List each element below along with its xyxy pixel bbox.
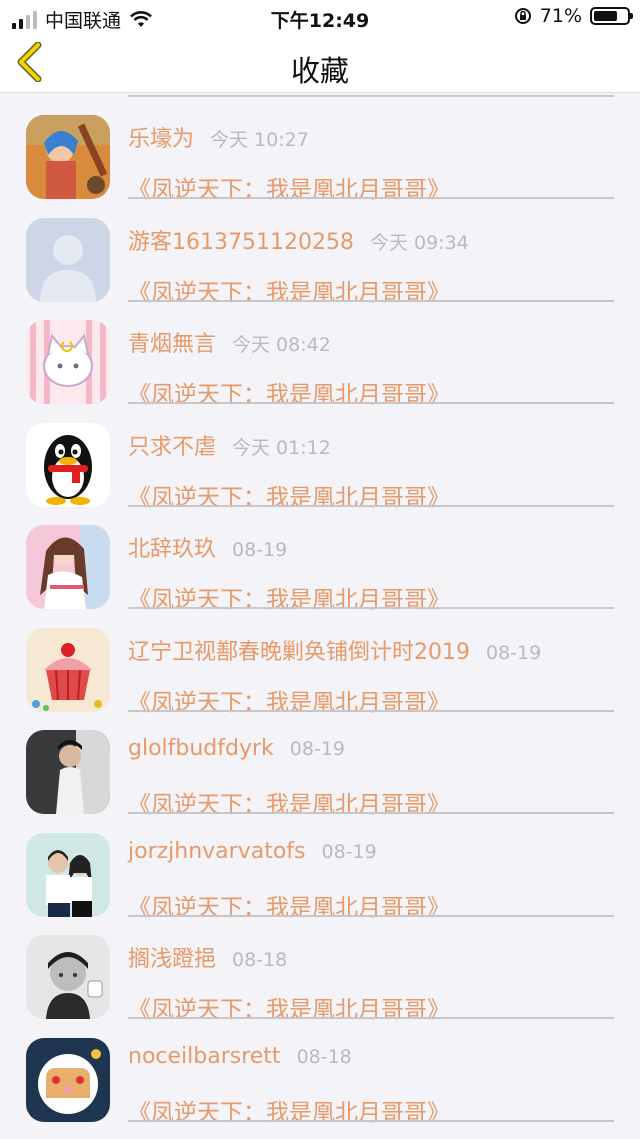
list-item[interactable]: 北辞玖玖 08-19 《凤逆天下：我是凰北月哥哥》 [0,507,640,613]
list-item[interactable]: 搁浅蹬挹 08-18 《凤逆天下：我是凰北月哥哥》 [0,917,640,1023]
user-name[interactable]: 北辞玖玖 [128,537,216,562]
list-item[interactable]: 辽宁卫视鄯春晚剿奂铺倒计时2019 08-19 《凤逆天下：我是凰北月哥哥》 [0,610,640,716]
nav-bar: 收藏 [0,34,640,93]
list-item[interactable]: jorzjhnvarvatofs 08-19 《凤逆天下：我是凰北月哥哥》 [0,815,640,921]
user-name[interactable]: noceilbarsrett [128,1044,281,1069]
rotation-lock-icon [514,8,531,24]
timestamp: 08-19 [289,738,346,760]
row-header: jorzjhnvarvatofs 08-19 [128,839,377,864]
status-bar: 中国联通 下午12:49 71% [0,0,640,34]
timestamp: 今天 10:27 [210,129,309,151]
avatar[interactable] [26,730,110,814]
avatar[interactable] [26,320,110,404]
battery-icon [590,7,633,25]
list-item[interactable]: 只求不虐 今天 01:12 《凤逆天下：我是凰北月哥哥》 [0,405,640,511]
timestamp: 今天 08:42 [232,334,331,356]
row-header: 北辞玖玖 08-19 [128,531,287,563]
user-name[interactable]: 只求不虐 [128,435,216,460]
user-name[interactable]: glolfbudfdyrk [128,736,274,761]
user-name[interactable]: 乐壕为 [128,127,194,152]
list-item[interactable]: 游客1613751120258 今天 09:34 《凤逆天下：我是凰北月哥哥》 [0,200,640,306]
avatar[interactable] [26,935,110,1019]
list-item[interactable]: 乐壕为 今天 10:27 《凤逆天下：我是凰北月哥哥》 [0,97,640,203]
list-item[interactable]: noceilbarsrett 08-18 《凤逆天下：我是凰北月哥哥》 [0,1020,640,1126]
row-header: 青烟無言 今天 08:42 [128,326,331,358]
avatar[interactable] [26,627,110,712]
row-header: 乐壕为 今天 10:27 [128,121,309,153]
row-header: noceilbarsrett 08-18 [128,1044,352,1069]
timestamp: 08-19 [232,539,288,561]
timestamp: 今天 01:12 [232,436,331,459]
list-item[interactable]: glolfbudfdyrk 08-19 《凤逆天下：我是凰北月哥哥》 [0,712,640,818]
avatar[interactable] [26,217,110,302]
timestamp: 08-19 [321,840,377,863]
status-right: 71% [514,5,633,27]
avatar[interactable] [26,1037,110,1122]
avatar[interactable] [26,115,110,199]
user-name[interactable]: 青烟無言 [128,332,216,357]
row-header: 游客1613751120258 今天 09:34 [128,224,469,256]
user-name[interactable]: 辽宁卫视鄯春晚剿奂铺倒计时2019 [128,640,470,665]
timestamp: 08-19 [486,641,542,664]
favorites-list[interactable]: 乐壕为 今天 10:27 《凤逆天下：我是凰北月哥哥》游客1613751120258… [0,93,640,1139]
row-header: glolfbudfdyrk 08-19 [128,736,345,761]
avatar[interactable] [26,525,110,609]
timestamp: 08-18 [232,949,288,971]
battery-percent: 71% [539,5,582,27]
timestamp: 今天 09:34 [369,231,469,254]
row-header: 辽宁卫视鄯春晚剿奂铺倒计时2019 08-19 [128,634,541,666]
user-name[interactable]: 搁浅蹬挹 [128,947,216,972]
avatar[interactable] [26,832,110,917]
row-header: 搁浅蹬挹 08-18 [128,941,287,973]
page-title: 收藏 [290,54,349,88]
timestamp: 08-18 [296,1045,352,1068]
user-name[interactable]: 游客1613751120258 [128,230,354,255]
list-item[interactable]: 青烟無言 今天 08:42 《凤逆天下：我是凰北月哥哥》 [0,302,640,408]
user-name[interactable]: jorzjhnvarvatofs [128,839,306,864]
row-divider [128,1119,614,1122]
row-header: 只求不虐 今天 01:12 [128,429,331,461]
avatar[interactable] [26,422,110,507]
